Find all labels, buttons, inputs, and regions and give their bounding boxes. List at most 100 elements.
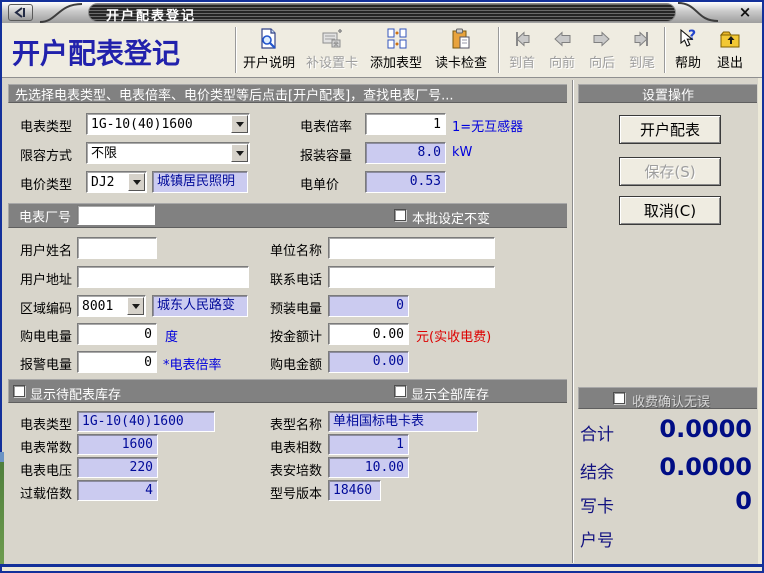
toolbar-button-label: 读卡检查 — [435, 52, 487, 71]
voltage-label: 电表电压 — [20, 460, 72, 479]
ampere-label: 表安培数 — [270, 460, 322, 479]
app-window: 开户配表登记 × 开户配表登记 开户说明 补设置卡 — [0, 0, 764, 573]
card-plus-icon — [320, 27, 344, 51]
total-value: 0.0000 — [659, 415, 752, 443]
close-button[interactable]: × — [736, 3, 754, 21]
toolbar-button-help[interactable]: ? 帮助 — [670, 25, 706, 76]
price-type-desc-field: 城镇居民照明 — [152, 171, 248, 193]
window-title: 开户配表登记 — [106, 5, 196, 24]
account-number-label: 户号 — [580, 526, 614, 551]
toolbar-button-last[interactable]: 到尾 — [624, 25, 660, 76]
toolbar-button-label: 向后 — [589, 52, 615, 71]
phase-count-field: 1 — [328, 434, 409, 455]
write-card-value: 0 — [735, 487, 752, 515]
title-bar: 开户配表登记 × — [2, 2, 762, 23]
toolbar-button-label: 退出 — [717, 52, 743, 71]
purchase-qty-unit: 度 — [165, 326, 178, 345]
actions-header: 设置操作 — [642, 84, 694, 103]
unit-price-label: 电单价 — [300, 174, 339, 193]
region-code-label: 区域编码 — [20, 298, 72, 317]
toolbar-button-exit[interactable]: 退出 — [710, 25, 750, 76]
chevron-down-icon[interactable] — [231, 115, 248, 133]
version-label: 型号版本 — [270, 483, 322, 502]
purchase-money-field: 0.00 — [328, 351, 409, 373]
add-model-icon — [384, 27, 408, 51]
overload-label: 过载倍数 — [20, 483, 72, 502]
limit-mode-value: 不限 — [91, 144, 117, 163]
show-pending-stock-checkbox[interactable] — [13, 385, 25, 397]
alarm-qty-input[interactable] — [77, 351, 157, 373]
multiplier-label: 电表倍率 — [300, 116, 352, 135]
toolbar-button-label: 向前 — [549, 52, 575, 71]
region-code-combobox[interactable]: 8001 — [77, 295, 146, 317]
chevron-down-icon[interactable] — [127, 297, 144, 315]
balance-label: 结余 — [580, 458, 614, 483]
limit-mode-combobox[interactable]: 不限 — [86, 142, 250, 164]
meter-type-value: 1G-10(40)1600 — [91, 115, 193, 134]
instruction-bar: 先选择电表类型、电表倍率、电价类型等后点击[开户配表]，查找电表厂号... — [8, 84, 567, 103]
save-button[interactable]: 保存(S) — [619, 157, 721, 186]
toolbar-button-add-model[interactable]: 添加表型 — [365, 25, 427, 76]
page-title: 开户配表登记 — [12, 32, 180, 72]
address-input[interactable] — [77, 266, 249, 288]
multiplier-hint: 1=无互感器 — [452, 116, 523, 135]
arrow-left-icon — [550, 27, 574, 51]
voltage-field: 220 — [77, 457, 158, 478]
purchase-money-label: 购电金额 — [270, 354, 322, 373]
toolbar-button-label: 帮助 — [675, 52, 701, 71]
toolbar-button-account-help[interactable]: 开户说明 — [239, 25, 299, 76]
price-type-combobox[interactable]: DJ2 — [86, 171, 147, 193]
multiplier-input[interactable] — [365, 113, 446, 135]
svg-text:?: ? — [688, 28, 696, 44]
arrow-last-icon — [630, 27, 654, 51]
app-logo-icon — [9, 5, 32, 20]
toolbar-button-label: 到首 — [509, 52, 535, 71]
phone-label: 联系电话 — [270, 269, 322, 288]
preload-energy-label: 预装电量 — [270, 298, 322, 317]
by-amount-note: 元(实收电费) — [416, 326, 491, 345]
app-menu-button[interactable] — [8, 4, 33, 21]
show-all-stock-checkbox[interactable] — [394, 385, 406, 397]
model-name-label: 表型名称 — [270, 414, 322, 433]
phase-count-label: 电表相数 — [270, 437, 322, 456]
meter-type-label: 电表类型 — [20, 116, 72, 135]
toolbar-button-first[interactable]: 到首 — [504, 25, 540, 76]
actions-header-bar: 设置操作 — [578, 84, 757, 103]
window-frame-right — [758, 78, 762, 564]
purchase-qty-input[interactable] — [77, 323, 157, 345]
panel-divider — [572, 80, 574, 563]
toolbar-button-setup-card[interactable]: 补设置卡 — [302, 25, 362, 76]
capacity-label: 报装容量 — [300, 145, 352, 164]
toolbar-button-label: 补设置卡 — [306, 52, 358, 71]
factory-number-input[interactable] — [77, 205, 155, 225]
toolbar-separator — [664, 27, 666, 73]
region-code-value: 8001 — [82, 297, 113, 316]
chevron-down-icon[interactable] — [231, 144, 248, 162]
by-amount-input[interactable] — [328, 323, 409, 345]
customer-name-input[interactable] — [77, 237, 157, 259]
show-pending-stock-label: 显示待配表库存 — [30, 384, 121, 403]
write-card-label: 写卡 — [580, 492, 614, 517]
toolbar-button-read-card-check[interactable]: 读卡检查 — [430, 25, 492, 76]
fee-confirm-label: 收费确认无误 — [632, 391, 710, 410]
assign-meter-button[interactable]: 开户配表 — [619, 115, 721, 144]
toolbar-separator — [498, 27, 500, 73]
address-label: 用户地址 — [20, 269, 72, 288]
phone-input[interactable] — [328, 266, 495, 288]
toolbar-button-next[interactable]: 向后 — [584, 25, 620, 76]
customer-name-label: 用户姓名 — [20, 240, 72, 259]
alarm-qty-hint: *电表倍率 — [163, 354, 222, 373]
alarm-qty-label: 报警电量 — [20, 354, 72, 373]
price-type-value: DJ2 — [91, 173, 114, 192]
chevron-down-icon[interactable] — [128, 173, 145, 191]
toolbar-button-previous[interactable]: 向前 — [544, 25, 580, 76]
fee-confirm-checkbox[interactable] — [613, 392, 625, 404]
toolbar-button-label: 开户说明 — [243, 52, 295, 71]
factory-number-label: 电表厂号 — [19, 206, 71, 225]
meter-constant-label: 电表常数 — [20, 437, 72, 456]
cancel-button[interactable]: 取消(C) — [619, 196, 721, 225]
toolbar-separator — [235, 27, 237, 73]
batch-fixed-checkbox[interactable] — [394, 209, 406, 221]
org-name-input[interactable] — [328, 237, 495, 259]
meter-type-combobox[interactable]: 1G-10(40)1600 — [86, 113, 250, 135]
